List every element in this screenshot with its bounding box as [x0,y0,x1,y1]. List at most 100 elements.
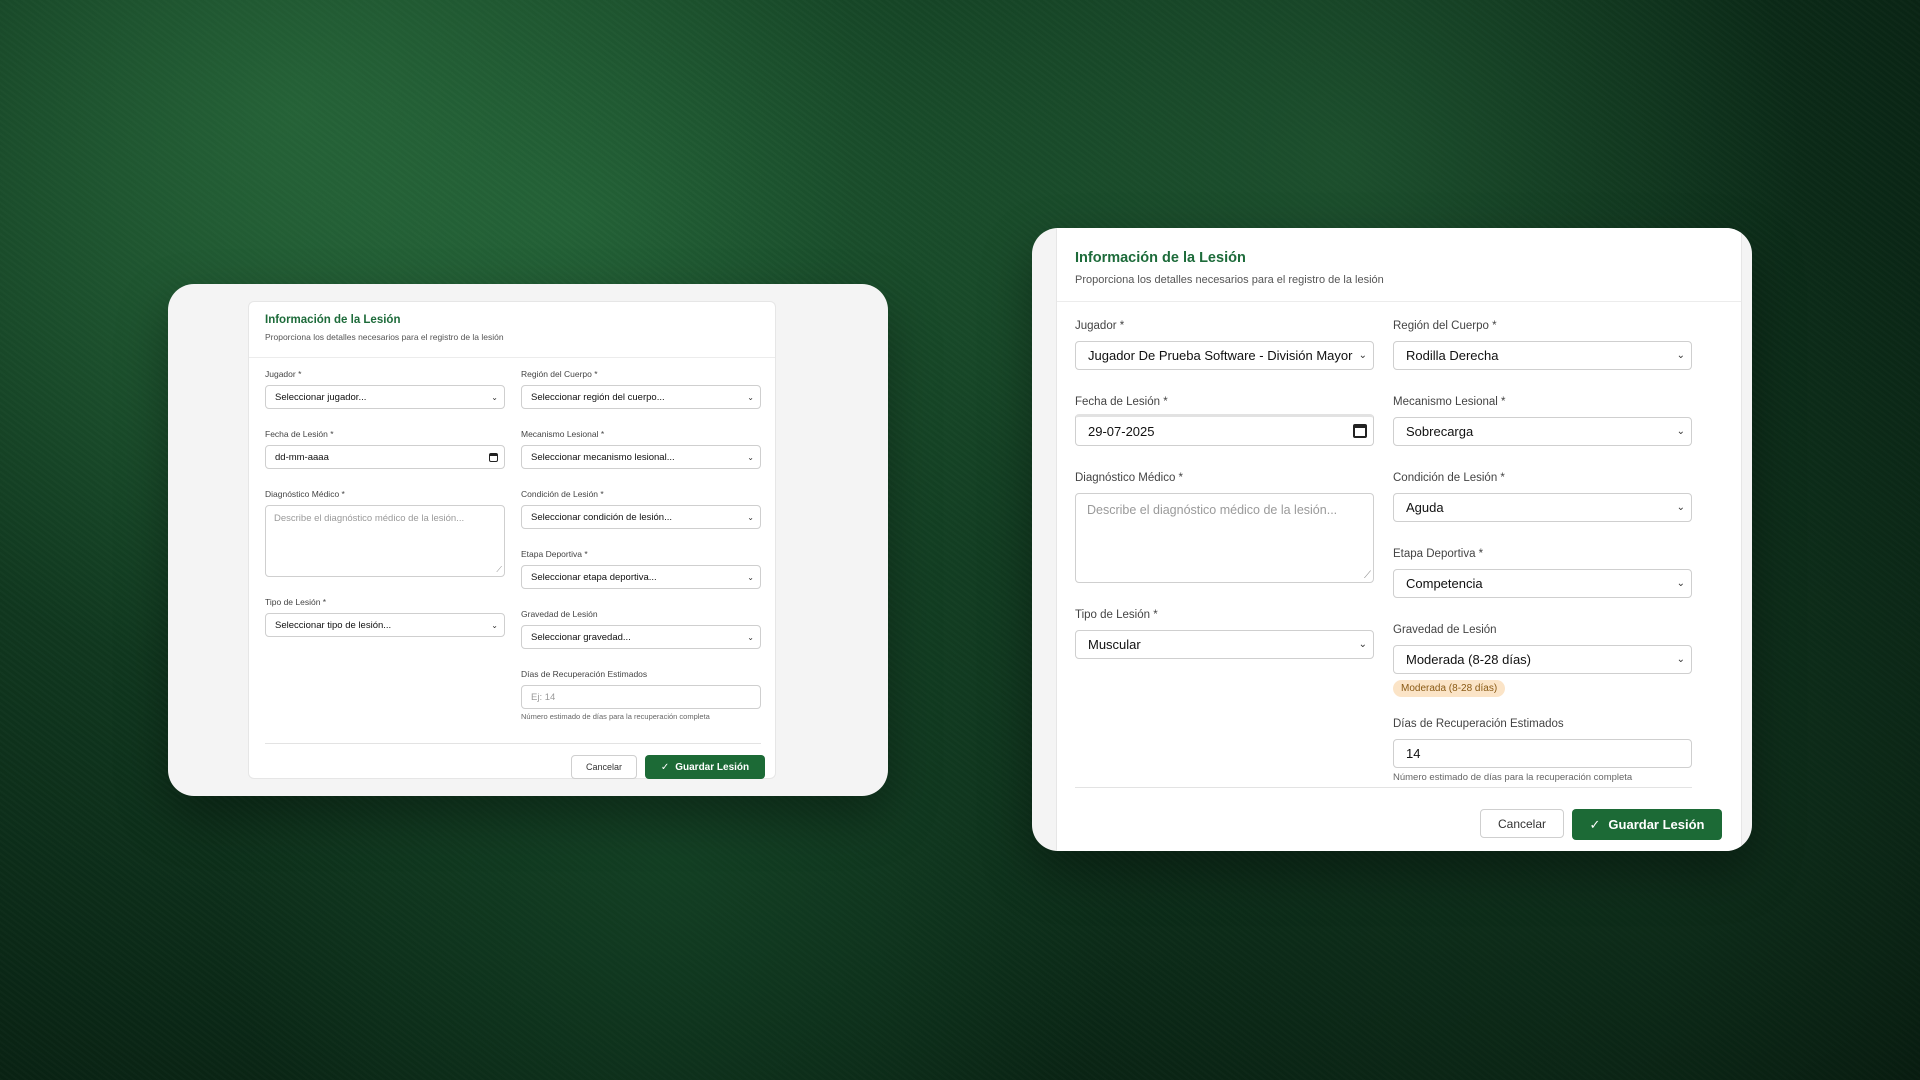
tipo-label: Tipo de Lesión * [1075,609,1158,621]
card-header: Información de la Lesión Proporciona los… [1057,228,1741,302]
card-subtitle: Proporciona los detalles necesarios para… [265,332,504,342]
dias-value: 14 [1406,746,1421,761]
mecanismo-select[interactable]: Sobrecarga ⌄ [1393,417,1692,446]
etapa-value: Seleccionar etapa deportiva... [531,571,657,583]
fecha-value: dd-mm-aaaa [275,451,329,463]
chevron-down-icon: ⌄ [1676,654,1685,665]
fecha-value: 29-07-2025 [1088,423,1155,439]
cancel-button[interactable]: Cancelar [571,755,637,779]
chevron-down-icon: ⌄ [491,392,498,402]
chevron-down-icon: ⌄ [747,572,754,582]
mecanismo-value: Seleccionar mecanismo lesional... [531,451,675,463]
fecha-label: Fecha de Lesión * [265,429,334,439]
diagnostico-textarea[interactable]: Describe el diagnóstico médico de la les… [1075,493,1374,583]
dias-placeholder: Ej: 14 [531,691,556,703]
diagnostico-label: Diagnóstico Médico * [1075,472,1184,484]
etapa-select[interactable]: Competencia ⌄ [1393,569,1692,598]
save-button[interactable]: ✓ Guardar Lesión [1572,809,1722,840]
resize-handle-icon[interactable]: ⟋ [1364,570,1371,581]
form-column-right: Región del Cuerpo * Rodilla Derecha ⌄ Me… [1393,320,1692,783]
cancel-button-label: Cancelar [1497,816,1547,831]
calendar-icon[interactable] [1353,424,1367,438]
severity-badge: Moderada (8-28 días) [1393,680,1506,697]
jugador-value: Jugador De Prueba Software - División Ma… [1088,348,1353,363]
gravedad-value: Moderada (8-28 días) [1406,652,1532,667]
gravedad-label: Gravedad de Lesión [1393,624,1497,636]
mecanismo-label: Mecanismo Lesional * [1393,396,1506,408]
diagnostico-textarea[interactable]: Describe el diagnóstico médico de la les… [265,505,505,577]
jugador-select[interactable]: Seleccionar jugador... ⌄ [265,385,505,409]
tipo-select[interactable]: Seleccionar tipo de lesión... ⌄ [265,613,505,637]
injury-form-card: Información de la Lesión Proporciona los… [248,301,776,779]
region-label: Región del Cuerpo * [1393,320,1497,332]
tipo-value: Seleccionar tipo de lesión... [275,619,392,631]
gravedad-select[interactable]: Seleccionar gravedad... ⌄ [521,625,761,649]
cancel-button-label: Cancelar [585,762,623,772]
diagnostico-placeholder: Describe el diagnóstico médico de la les… [1087,503,1338,517]
tipo-select[interactable]: Muscular ⌄ [1075,630,1374,659]
card-title: Información de la Lesión [265,314,401,326]
form-column-left: Jugador * Seleccionar jugador... ⌄ Fecha… [265,369,505,721]
gravedad-select[interactable]: Moderada (8-28 días) ⌄ [1393,645,1692,674]
check-icon: ✓ [1589,816,1601,832]
filled-form-screenshot: Información de la Lesión Proporciona los… [1032,228,1752,851]
chevron-down-icon: ⌄ [747,392,754,402]
form-grid: Jugador * Jugador De Prueba Software - D… [1075,320,1692,783]
region-value: Rodilla Derecha [1406,348,1499,363]
fecha-input[interactable]: dd-mm-aaaa [265,445,505,469]
card-header: Información de la Lesión Proporciona los… [249,302,775,358]
resize-handle-icon[interactable]: ⟋ [496,565,502,575]
chevron-down-icon: ⌄ [491,620,498,630]
chevron-down-icon: ⌄ [1358,639,1367,650]
region-select[interactable]: Rodilla Derecha ⌄ [1393,341,1692,370]
tipo-label: Tipo de Lesión * [265,597,327,607]
mecanismo-value: Sobrecarga [1406,424,1474,439]
diagnostico-label: Diagnóstico Médico * [265,489,345,499]
dias-hint: Número estimado de días para la recupera… [1393,772,1633,783]
chevron-down-icon: ⌄ [1676,578,1685,589]
jugador-select[interactable]: Jugador De Prueba Software - División Ma… [1075,341,1374,370]
form-column-left: Jugador * Jugador De Prueba Software - D… [1075,320,1374,783]
condicion-select[interactable]: Seleccionar condición de lesión... ⌄ [521,505,761,529]
gravedad-value: Seleccionar gravedad... [531,631,631,643]
condicion-select[interactable]: Aguda ⌄ [1393,493,1692,522]
dias-hint: Número estimado de días para la recupera… [521,712,710,721]
form-grid: Jugador * Seleccionar jugador... ⌄ Fecha… [265,369,761,721]
jugador-value: Seleccionar jugador... [275,391,367,403]
save-button[interactable]: ✓ Guardar Lesión [645,755,765,779]
save-button-label: Guardar Lesión [1608,817,1705,832]
card-title: Información de la Lesión [1075,250,1246,266]
condicion-label: Condición de Lesión * [521,489,604,499]
gravedad-label: Gravedad de Lesión [521,609,598,619]
region-value: Seleccionar región del cuerpo... [531,391,665,403]
tipo-value: Muscular [1088,637,1141,652]
chevron-down-icon: ⌄ [747,452,754,462]
fecha-input[interactable]: 29-07-2025 [1075,414,1374,446]
chevron-down-icon: ⌄ [1676,426,1685,437]
dias-label: Días de Recuperación Estimados [1393,718,1564,730]
region-label: Región del Cuerpo * [521,369,598,379]
footer-divider [1075,787,1692,788]
chevron-down-icon: ⌄ [747,632,754,642]
chevron-down-icon: ⌄ [1358,350,1367,361]
cancel-button[interactable]: Cancelar [1480,809,1564,838]
chevron-down-icon: ⌄ [747,512,754,522]
region-select[interactable]: Seleccionar región del cuerpo... ⌄ [521,385,761,409]
etapa-label: Etapa Deportiva * [521,549,588,559]
footer-divider [265,743,761,744]
mecanismo-select[interactable]: Seleccionar mecanismo lesional... ⌄ [521,445,761,469]
check-icon: ✓ [660,761,670,773]
diagnostico-placeholder: Describe el diagnóstico médico de la les… [274,513,465,524]
condicion-value: Aguda [1406,500,1444,515]
chevron-down-icon: ⌄ [1676,502,1685,513]
etapa-label: Etapa Deportiva * [1393,548,1484,560]
condicion-label: Condición de Lesión * [1393,472,1505,484]
dias-input[interactable]: 14 [1393,739,1692,768]
jugador-label: Jugador * [265,369,302,379]
etapa-select[interactable]: Seleccionar etapa deportiva... ⌄ [521,565,761,589]
calendar-icon[interactable] [489,452,498,462]
condicion-value: Seleccionar condición de lesión... [531,511,673,523]
dias-input[interactable]: Ej: 14 [521,685,761,709]
injury-form-card: Información de la Lesión Proporciona los… [1056,228,1742,851]
form-column-right: Región del Cuerpo * Seleccionar región d… [521,369,761,721]
